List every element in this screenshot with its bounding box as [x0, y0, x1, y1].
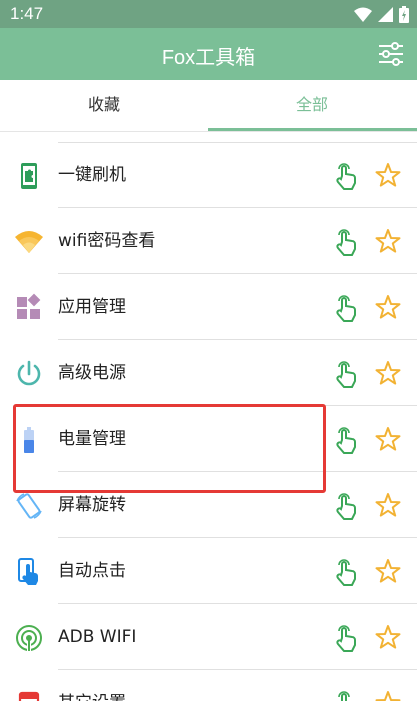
- list-item[interactable]: 自动点击: [0, 538, 417, 604]
- tap-hand-icon: [18, 558, 38, 585]
- apps-grid-icon: [17, 293, 41, 319]
- tab-favorites[interactable]: 收藏: [0, 80, 208, 130]
- phone-puzzle-icon: [21, 163, 37, 189]
- battery-icon: [24, 427, 34, 453]
- item-label: 自动点击: [58, 561, 126, 581]
- power-icon: [17, 360, 41, 386]
- list-item[interactable]: 其它设置: [0, 670, 417, 701]
- status-time: 1:47: [10, 4, 44, 23]
- tap-shortcut-icon[interactable]: [333, 360, 359, 388]
- wifi-signal-icon: [354, 7, 372, 22]
- filter-settings-button[interactable]: [377, 40, 405, 68]
- app-title: Fox工具箱: [161, 47, 256, 69]
- tap-shortcut-icon[interactable]: [333, 294, 359, 322]
- wifi-icon: [15, 231, 43, 253]
- sliders-icon: [379, 42, 403, 66]
- tap-shortcut-icon[interactable]: [333, 492, 359, 520]
- tap-shortcut-icon[interactable]: [333, 228, 359, 256]
- list-item[interactable]: 一键刷机: [0, 142, 417, 208]
- app-bar: Fox工具箱: [0, 28, 417, 80]
- star-icon[interactable]: [375, 360, 401, 386]
- list-item[interactable]: 电量管理: [0, 406, 417, 472]
- item-label: ADB WIFI: [58, 627, 137, 647]
- list-item[interactable]: 屏幕旋转: [0, 472, 417, 538]
- tap-shortcut-icon[interactable]: [333, 624, 359, 652]
- screen-rotate-icon: [16, 493, 42, 519]
- tap-shortcut-icon[interactable]: [333, 558, 359, 586]
- status-icons: [354, 6, 409, 23]
- star-icon[interactable]: [375, 426, 401, 452]
- adb-wifi-icon: [16, 625, 42, 651]
- tab-all[interactable]: 全部: [208, 80, 416, 130]
- tap-shortcut-icon[interactable]: [333, 426, 359, 454]
- star-icon[interactable]: [375, 492, 401, 518]
- star-icon[interactable]: [375, 162, 401, 188]
- star-icon[interactable]: [375, 624, 401, 650]
- tap-shortcut-icon[interactable]: [333, 690, 359, 701]
- item-label: 电量管理: [58, 429, 126, 449]
- item-label: 高级电源: [58, 363, 126, 383]
- list-item[interactable]: 应用管理: [0, 274, 417, 340]
- tab-bar: 收藏 全部: [0, 80, 417, 130]
- item-label: 一键刷机: [58, 165, 126, 185]
- star-icon[interactable]: [375, 228, 401, 254]
- star-icon[interactable]: [375, 690, 401, 701]
- list-item[interactable]: ADB WIFI: [0, 604, 417, 670]
- item-label: 其它设置: [58, 670, 126, 701]
- item-label: 屏幕旋转: [58, 495, 126, 515]
- list-item[interactable]: 高级电源: [0, 340, 417, 406]
- item-label: 应用管理: [58, 297, 126, 317]
- tool-list: 一键刷机 wifi密码查看 应用管理 高级电源 电量管理 屏幕旋转 自动点击 A…: [0, 132, 417, 701]
- star-icon[interactable]: [375, 558, 401, 584]
- settings-red-icon: [18, 691, 40, 701]
- cell-signal-icon: [378, 7, 393, 22]
- tap-shortcut-icon[interactable]: [333, 162, 359, 190]
- star-icon[interactable]: [375, 294, 401, 320]
- list-item[interactable]: wifi密码查看: [0, 208, 417, 274]
- item-label: wifi密码查看: [58, 231, 156, 251]
- status-bar: 1:47: [0, 0, 417, 28]
- battery-status-icon: [399, 6, 409, 23]
